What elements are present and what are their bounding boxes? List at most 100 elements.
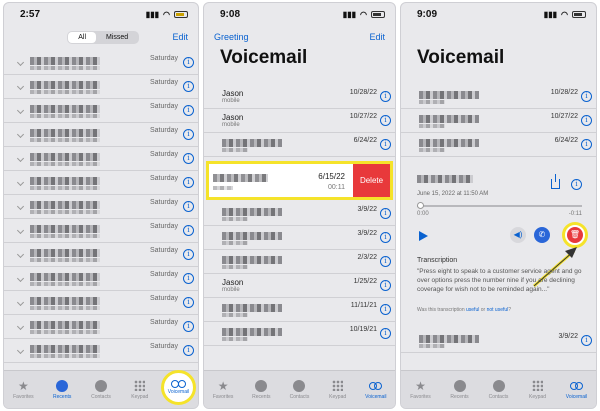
- redacted-subtitle: [30, 258, 100, 262]
- info-icon[interactable]: i: [183, 225, 194, 236]
- list-item[interactable]: 6/24/22 i: [204, 133, 395, 157]
- list-item[interactable]: Saturday i: [4, 123, 198, 147]
- tab-recents[interactable]: Recents: [45, 379, 79, 400]
- list-item[interactable]: Saturday i: [4, 243, 198, 267]
- info-icon[interactable]: i: [183, 81, 194, 92]
- list-item[interactable]: Saturday i: [4, 339, 198, 363]
- useful-link[interactable]: useful: [466, 307, 479, 313]
- recents-filter[interactable]: All Missed: [67, 30, 140, 44]
- status-bar: 2:57 ▮▮▮ ◠ 64: [4, 3, 198, 25]
- tab-favorites[interactable]: ★ Favorites: [6, 379, 40, 401]
- list-item[interactable]: 3/9/22 i: [204, 226, 395, 250]
- info-icon[interactable]: i: [183, 105, 194, 116]
- list-item[interactable]: Jason mobile 10/27/22 i: [204, 109, 395, 133]
- tab-contacts[interactable]: Contacts: [282, 379, 316, 400]
- info-icon[interactable]: i: [380, 280, 391, 291]
- list-item[interactable]: Jason mobile 10/28/22 i: [204, 85, 395, 109]
- info-icon[interactable]: i: [380, 91, 391, 102]
- info-icon[interactable]: i: [183, 273, 194, 284]
- list-item[interactable]: 3/9/22 i: [204, 202, 395, 226]
- list-item[interactable]: Saturday i: [4, 147, 198, 171]
- redacted-name: [30, 201, 100, 209]
- caller-label: mobile: [222, 287, 240, 293]
- info-icon[interactable]: i: [183, 321, 194, 332]
- info-icon[interactable]: i: [183, 297, 194, 308]
- info-icon[interactable]: i: [581, 91, 592, 102]
- redacted-subtitle: [30, 66, 100, 70]
- not-useful-link[interactable]: not useful: [487, 307, 509, 313]
- status-time: 9:09: [417, 8, 438, 20]
- redacted-subtitle: [222, 241, 248, 245]
- redacted-subtitle: [30, 210, 100, 214]
- list-item[interactable]: 2/3/22 i: [204, 250, 395, 274]
- edit-button[interactable]: Edit: [369, 32, 385, 42]
- info-icon[interactable]: i: [183, 57, 194, 68]
- info-icon[interactable]: i: [183, 249, 194, 260]
- list-item[interactable]: 10/28/22 i: [401, 85, 596, 109]
- tab-contacts[interactable]: Contacts: [84, 379, 118, 400]
- list-item[interactable]: Saturday i: [4, 51, 198, 75]
- redacted-subtitle: [30, 114, 100, 118]
- filter-all[interactable]: All: [68, 31, 97, 43]
- voicemail-icon: [369, 382, 383, 390]
- list-item[interactable]: Saturday i: [4, 267, 198, 291]
- tab-voicemail[interactable]: Voicemail: [560, 379, 594, 400]
- info-icon[interactable]: i: [183, 201, 194, 212]
- info-icon[interactable]: i: [380, 208, 391, 219]
- info-icon[interactable]: i: [581, 115, 592, 126]
- tab-recents[interactable]: Recents: [443, 379, 477, 400]
- person-icon: [94, 379, 107, 392]
- list-item[interactable]: Saturday i: [4, 315, 198, 339]
- info-icon[interactable]: i: [183, 345, 194, 356]
- voicemail-row-swiped[interactable]: 6/15/22 00:11 Delete: [206, 161, 393, 200]
- tab-favorites[interactable]: ★ Favorites: [404, 378, 438, 401]
- redacted-subtitle: [30, 186, 100, 190]
- info-icon[interactable]: i: [581, 139, 592, 150]
- tab-keypad[interactable]: Keypad: [123, 379, 157, 400]
- tab-keypad[interactable]: Keypad: [321, 379, 355, 400]
- item-date: 10/27/22: [349, 113, 377, 120]
- item-date: Saturday: [149, 319, 178, 326]
- voicemail-icon: [171, 380, 186, 388]
- list-item[interactable]: Jason mobile 1/25/22 i: [204, 274, 395, 298]
- list-item[interactable]: 10/27/22 i: [401, 109, 596, 133]
- outgoing-call-icon: [16, 250, 25, 259]
- list-item[interactable]: 3/9/22 i: [401, 329, 596, 353]
- edit-button[interactable]: Edit: [172, 32, 188, 42]
- list-item[interactable]: Saturday i: [4, 219, 198, 243]
- list-item[interactable]: Saturday i: [4, 171, 198, 195]
- info-icon[interactable]: i: [380, 256, 391, 267]
- info-icon[interactable]: i: [380, 304, 391, 315]
- redacted-name: [30, 153, 100, 161]
- list-item[interactable]: Saturday i: [4, 195, 198, 219]
- info-icon[interactable]: i: [183, 153, 194, 164]
- list-item[interactable]: Saturday i: [4, 99, 198, 123]
- info-icon[interactable]: i: [581, 335, 592, 346]
- info-icon[interactable]: i: [380, 139, 391, 150]
- tab-contacts[interactable]: Contacts: [482, 379, 516, 400]
- caller-name: Jason: [222, 278, 244, 287]
- list-item[interactable]: 11/11/21 i: [204, 298, 395, 322]
- star-icon: ★: [415, 378, 426, 393]
- list-item[interactable]: 6/24/22 i: [401, 133, 596, 157]
- tab-keypad[interactable]: Keypad: [521, 379, 555, 400]
- info-icon[interactable]: i: [380, 115, 391, 126]
- tab-recents[interactable]: Recents: [244, 379, 278, 400]
- list-item[interactable]: 10/19/21 i: [204, 322, 395, 346]
- info-icon[interactable]: i: [183, 177, 194, 188]
- delete-button[interactable]: Delete: [353, 164, 390, 197]
- redacted-name: [222, 232, 282, 240]
- item-date: Saturday: [149, 79, 178, 86]
- tab-voicemail-highlighted[interactable]: Voicemail: [161, 370, 196, 405]
- tab-voicemail[interactable]: Voicemail: [359, 379, 393, 400]
- tab-bar: ★ Favorites Recents Contacts Keypad Voice…: [204, 370, 395, 408]
- info-icon[interactable]: i: [380, 328, 391, 339]
- info-icon[interactable]: i: [183, 129, 194, 140]
- item-date: Saturday: [149, 223, 178, 230]
- filter-missed[interactable]: Missed: [96, 32, 138, 43]
- list-item[interactable]: Saturday i: [4, 75, 198, 99]
- greeting-button[interactable]: Greeting: [214, 32, 249, 42]
- tab-favorites[interactable]: ★ Favorites: [206, 379, 240, 401]
- info-icon[interactable]: i: [380, 232, 391, 243]
- list-item[interactable]: Saturday i: [4, 291, 198, 315]
